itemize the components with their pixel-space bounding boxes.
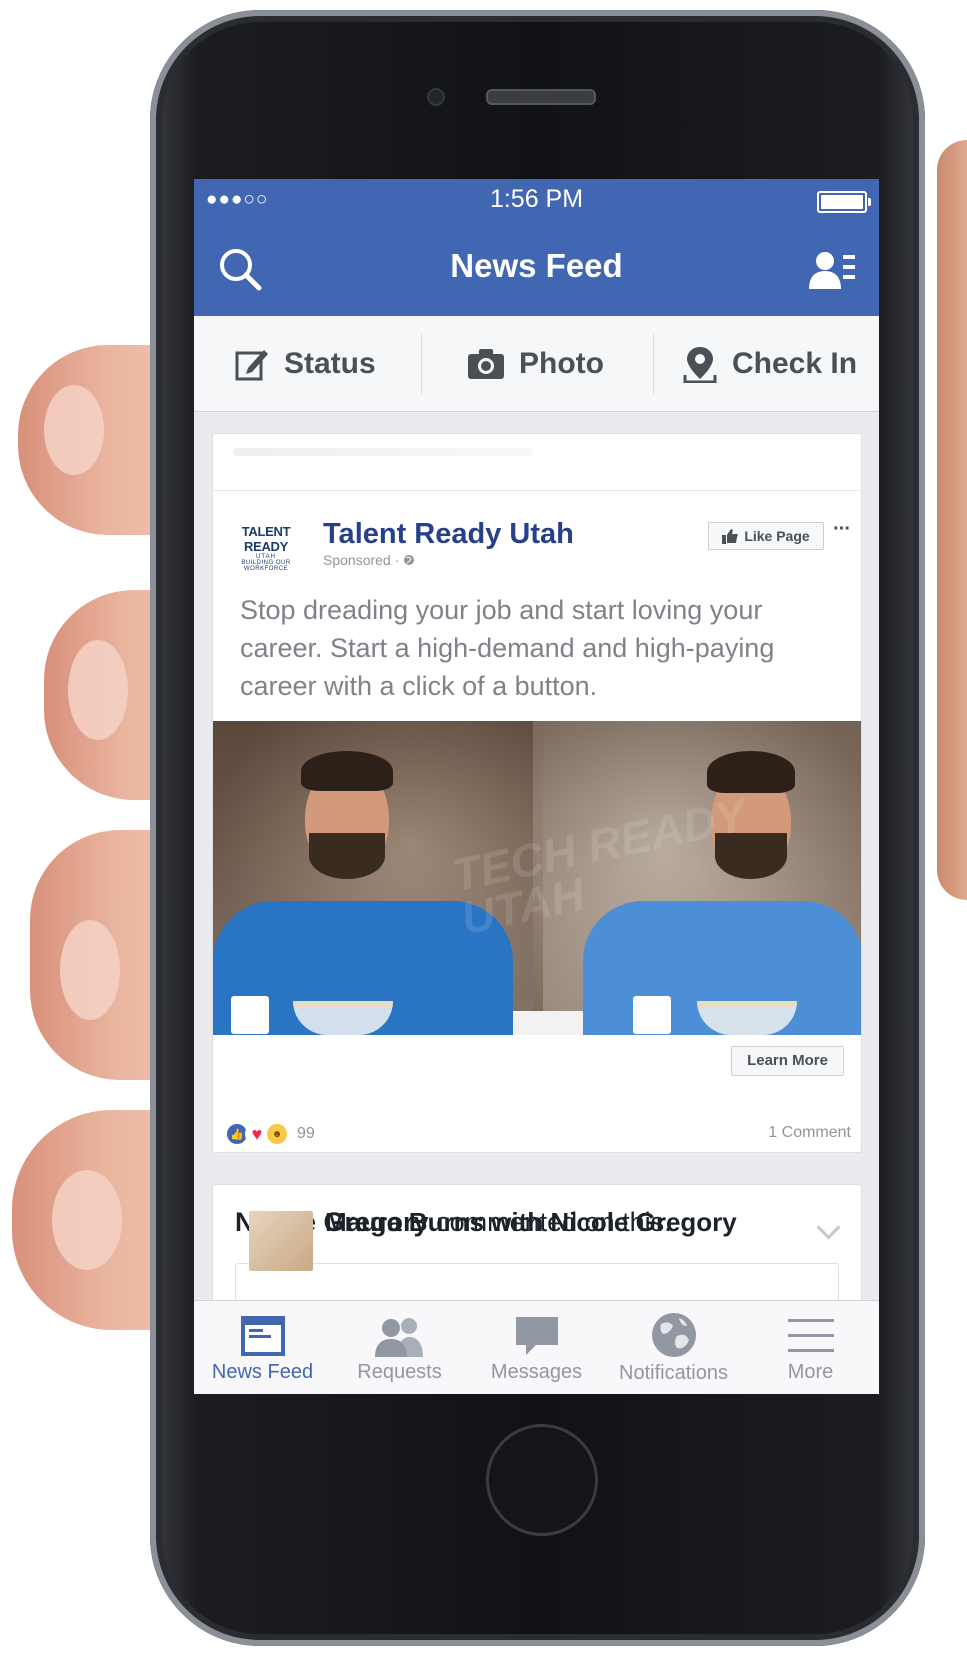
photo-button[interactable]: Photo [467,316,604,411]
previous-post-remnant [213,434,861,491]
photo-label: Photo [519,346,604,380]
image-hair-happy [301,751,393,791]
bottom-tab-bar: News Feed Requests Messages Notification… [194,1300,879,1394]
like-page-button[interactable]: Like Page [708,522,824,550]
talent-ready-utah-logo[interactable]: TALENT READY UTAH BUILDING OUR WORKFORCE [225,524,307,572]
edit-icon [235,349,268,380]
tab-notifications[interactable]: Notifications [605,1301,742,1394]
tab-label: Requests [357,1361,442,1383]
home-button[interactable] [486,1424,598,1536]
globe-icon [651,1313,696,1357]
image-mug-left [231,996,269,1034]
tab-news-feed[interactable]: News Feed [194,1301,331,1394]
tab-label: Messages [490,1361,583,1383]
hand-thumb [937,140,967,900]
post-image[interactable]: TECH READY UTAH [213,721,861,1035]
tab-more[interactable]: More [742,1301,879,1394]
sponsored-label: Sponsored · [323,552,415,568]
status-button[interactable]: Status [234,316,376,411]
page-name-link[interactable]: Talent Ready Utah [323,518,574,551]
comment-count-link[interactable]: 1 Comment [768,1124,851,1142]
learn-more-button[interactable]: Learn More [731,1046,844,1076]
faded-text [233,448,533,456]
tab-label: More [787,1361,834,1383]
location-pin-icon [683,346,717,383]
composer-bar: Status Photo Check In [194,316,879,412]
status-time: 1:56 PM [489,185,584,213]
tab-label: News Feed [211,1361,314,1383]
friends-list-icon[interactable] [809,249,857,291]
front-camera [427,88,445,106]
logo-line1: TALENT READY [241,524,291,554]
logo-line3: BUILDING OUR WORKFORCE [241,560,291,572]
image-beard-happy [309,833,385,879]
chevron-down-icon[interactable] [816,1215,841,1240]
check-in-label: Check In [732,346,858,380]
tab-label: Notifications [619,1362,728,1384]
tab-requests[interactable]: Requests [331,1301,468,1394]
image-mug-right [633,996,671,1034]
phone-screen: ●●●○○ 1:56 PM News Feed Status Photo Che… [194,179,879,1394]
reaction-summary[interactable]: 👍 ♥ ☻ 99 [225,1122,315,1146]
reaction-count: 99 [297,1125,315,1142]
sponsored-post-card: TALENT READY UTAH BUILDING OUR WORKFORCE… [212,433,862,1153]
shared-post-author[interactable]: Maura Burns with Nicole Gregory [325,1207,737,1238]
tab-messages[interactable]: Messages [468,1301,605,1394]
thumbs-up-icon [722,528,739,544]
news-feed-icon [240,1316,285,1356]
post-body-text: Stop dreading your job and start loving … [240,595,775,701]
menu-icon [787,1319,834,1352]
globe-icon [404,555,415,565]
composer-divider [421,334,422,394]
navigation-bar: ●●●○○ 1:56 PM News Feed [194,179,879,316]
composer-divider [653,334,654,394]
friend-requests-icon [374,1318,423,1357]
sponsored-text: Sponsored · [323,552,404,568]
earpiece-speaker [486,89,596,105]
post-options-icon[interactable]: ··· [833,518,851,541]
battery-icon [817,191,871,213]
haha-reaction-icon: ☻ [265,1122,289,1146]
like-page-label: Like Page [744,528,810,544]
messages-icon [515,1317,558,1355]
page-title: News Feed [450,247,623,284]
camera-icon [468,348,504,379]
check-in-button[interactable]: Check In [682,316,857,411]
status-label: Status [284,346,376,380]
shared-post-thumbnail [249,1211,313,1271]
